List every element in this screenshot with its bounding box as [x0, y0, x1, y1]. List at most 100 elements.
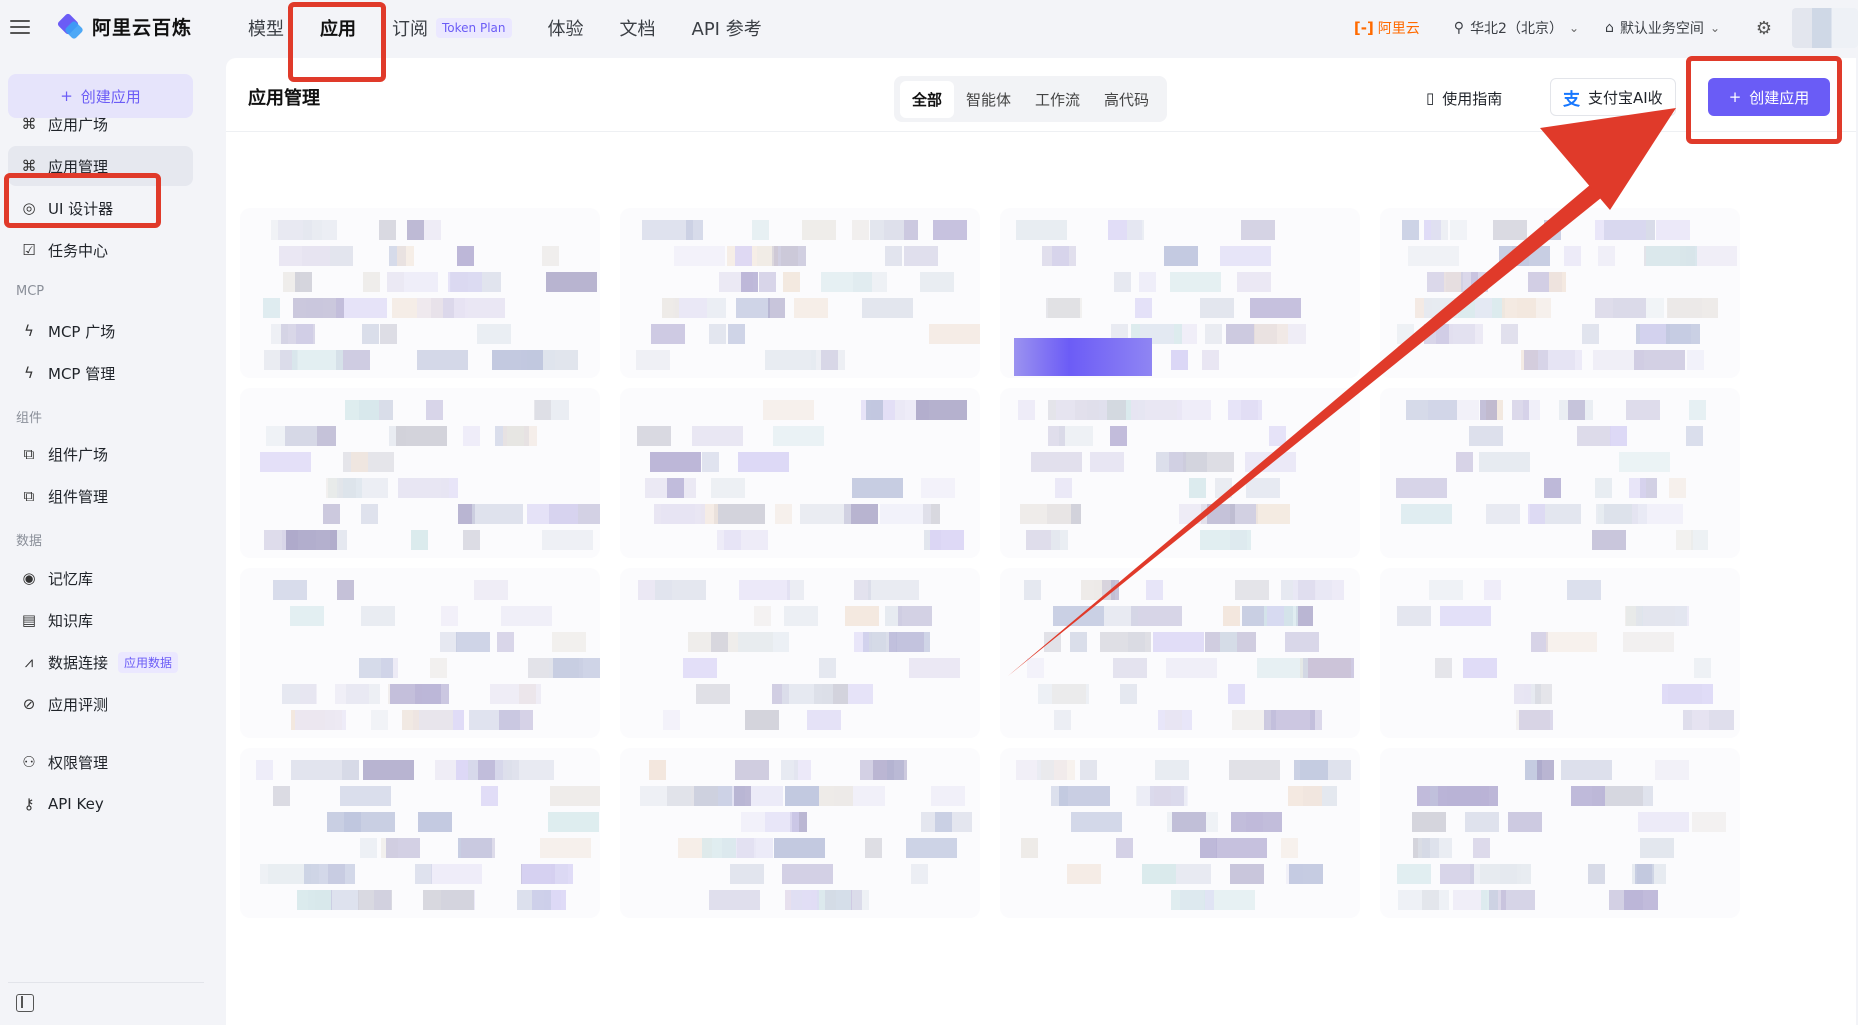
sidebar-item-data-connection[interactable]: ⩘ 数据连接 应用数据	[8, 642, 193, 682]
app-card[interactable]	[620, 748, 980, 918]
nav-model[interactable]: 模型	[230, 0, 302, 56]
app-card[interactable]	[1380, 748, 1740, 918]
app-card[interactable]	[240, 388, 600, 558]
brand-logo[interactable]: 阿里云百炼	[56, 12, 192, 40]
obscured-pixel-block	[1139, 272, 1156, 292]
obscured-pixel-block	[1449, 324, 1483, 344]
obscured-pixel-block	[404, 272, 438, 292]
tab-high-code[interactable]: 高代码	[1092, 81, 1161, 118]
obscured-pixel-block	[426, 400, 443, 420]
tab-workflow[interactable]: 工作流	[1023, 81, 1092, 118]
obscured-pixel-block	[501, 606, 552, 626]
obscured-pixel-block	[642, 220, 693, 240]
obscured-pixel-block	[1692, 812, 1726, 832]
nav-experience[interactable]: 体验	[530, 0, 602, 56]
obscured-pixel-block	[1281, 838, 1298, 858]
tab-agent[interactable]: 智能体	[954, 81, 1023, 118]
nav-api-reference[interactable]: API 参考	[674, 0, 780, 56]
obscured-pixel-block	[1254, 324, 1288, 344]
obscured-pixel-block	[1018, 400, 1035, 420]
app-card[interactable]	[1380, 388, 1740, 558]
obscured-pixel-block	[497, 632, 514, 652]
sidebar-item-component-plaza[interactable]: ⧉ 组件广场	[8, 434, 193, 474]
app-card[interactable]	[1000, 568, 1360, 738]
hamburger-menu-icon[interactable]	[10, 15, 34, 39]
aliyun-link[interactable]: [-] 阿里云	[1354, 18, 1420, 38]
obscured-pixel-block	[550, 786, 600, 806]
sidebar-item-component-management[interactable]: ⧉ 组件管理	[8, 476, 193, 516]
app-card[interactable]	[1380, 568, 1740, 738]
sidebar-item-app-evaluation[interactable]: ⊘ 应用评测	[8, 684, 193, 724]
nav-application[interactable]: 应用	[302, 0, 374, 56]
main-panel: 应用管理 全部 智能体 工作流 高代码 ▯ 使用指南 支 支付宝AI收 + 创建…	[226, 58, 1856, 1025]
obscured-pixel-block	[1235, 580, 1269, 600]
avatar[interactable]	[1792, 8, 1858, 48]
sidebar-divider	[8, 982, 204, 983]
obscured-pixel-block	[783, 272, 800, 292]
obscured-pixel-block	[728, 324, 745, 344]
obscured-pixel-block	[1440, 864, 1474, 884]
obscured-pixel-block	[424, 220, 441, 240]
obscured-pixel-block	[885, 246, 902, 266]
app-card[interactable]	[620, 208, 980, 378]
obscured-pixel-block	[1686, 426, 1703, 446]
obscured-pixel-block	[1519, 710, 1553, 730]
region-selector[interactable]: ⚲ 华北2（北京） ⌄	[1454, 18, 1579, 38]
obscured-pixel-block	[1484, 580, 1501, 600]
sidebar-item-task-center[interactable]: ☑ 任务中心	[8, 230, 193, 270]
obscured-pixel-block	[1110, 426, 1127, 446]
app-card[interactable]	[240, 208, 600, 378]
memory-icon: ◉	[22, 569, 36, 587]
sidebar-item-ui-designer[interactable]: ◎ UI 设计器	[8, 188, 193, 228]
obscured-pixel-block	[1408, 246, 1459, 266]
app-card[interactable]	[240, 748, 600, 918]
workspace-selector[interactable]: ⌂ 默认业务空间 ⌄	[1605, 18, 1720, 38]
obscured-pixel-block	[845, 606, 879, 626]
obscured-pixel-block	[662, 298, 679, 318]
obscured-pixel-block	[1230, 864, 1264, 884]
obscured-pixel-block	[337, 478, 388, 498]
obscured-pixel-block	[1463, 658, 1497, 678]
tab-all[interactable]: 全部	[900, 80, 955, 118]
obscured-pixel-block	[478, 760, 495, 780]
obscured-pixel-block	[396, 426, 447, 446]
obscured-pixel-block	[807, 710, 841, 730]
obscured-pixel-block	[456, 632, 490, 652]
sidebar-item-knowledge-base[interactable]: ▤ 知识库	[8, 600, 193, 640]
obscured-pixel-block	[709, 890, 760, 910]
sidebar-item-api-key[interactable]: ⚷ API Key	[8, 784, 193, 824]
sidebar-item-memory[interactable]: ◉ 记忆库	[8, 558, 193, 598]
sidebar-item-mcp-plaza[interactable]: ϟ MCP 广场	[8, 311, 193, 351]
obscured-pixel-block	[1440, 606, 1491, 626]
obscured-pixel-block	[1561, 760, 1612, 780]
app-card[interactable]	[620, 568, 980, 738]
usage-guide-link[interactable]: ▯ 使用指南	[1426, 80, 1502, 116]
obscured-pixel-block	[880, 504, 931, 524]
app-card[interactable]	[240, 568, 600, 738]
alipay-ai-button[interactable]: 支 支付宝AI收	[1550, 78, 1676, 116]
sidebar-item-permission[interactable]: ⚇ 权限管理	[8, 742, 193, 782]
sidebar-item-label: 应用管理	[48, 157, 109, 176]
app-card[interactable]	[1000, 388, 1360, 558]
obscured-pixel-block	[1104, 606, 1138, 626]
create-app-button[interactable]: + 创建应用	[1708, 78, 1830, 116]
settings-gear-icon[interactable]: ⚙	[1746, 18, 1782, 39]
obscured-pixel-block	[1090, 452, 1124, 472]
obscured-pixel-block	[1142, 864, 1176, 884]
obscured-pixel-block	[461, 838, 495, 858]
obscured-pixel-block	[295, 272, 312, 292]
nav-subscription[interactable]: 订阅 Token Plan	[374, 0, 530, 56]
obscured-pixel-block	[1479, 452, 1530, 472]
sidebar-item-app-plaza[interactable]: ⌘ 应用广场	[8, 104, 193, 144]
nav-docs[interactable]: 文档	[602, 0, 674, 56]
sidebar-item-mcp-management[interactable]: ϟ MCP 管理	[8, 353, 193, 393]
app-card[interactable]	[1000, 748, 1360, 918]
app-card[interactable]	[620, 388, 980, 558]
obscured-pixel-block	[380, 324, 397, 344]
sidebar-item-app-management[interactable]: ⌘ 应用管理	[8, 146, 193, 186]
app-card[interactable]	[1000, 208, 1360, 378]
obscured-pixel-block	[711, 632, 728, 652]
app-card[interactable]	[1380, 208, 1740, 378]
obscured-pixel-block	[773, 426, 824, 446]
collapse-sidebar-icon[interactable]	[16, 994, 34, 1012]
